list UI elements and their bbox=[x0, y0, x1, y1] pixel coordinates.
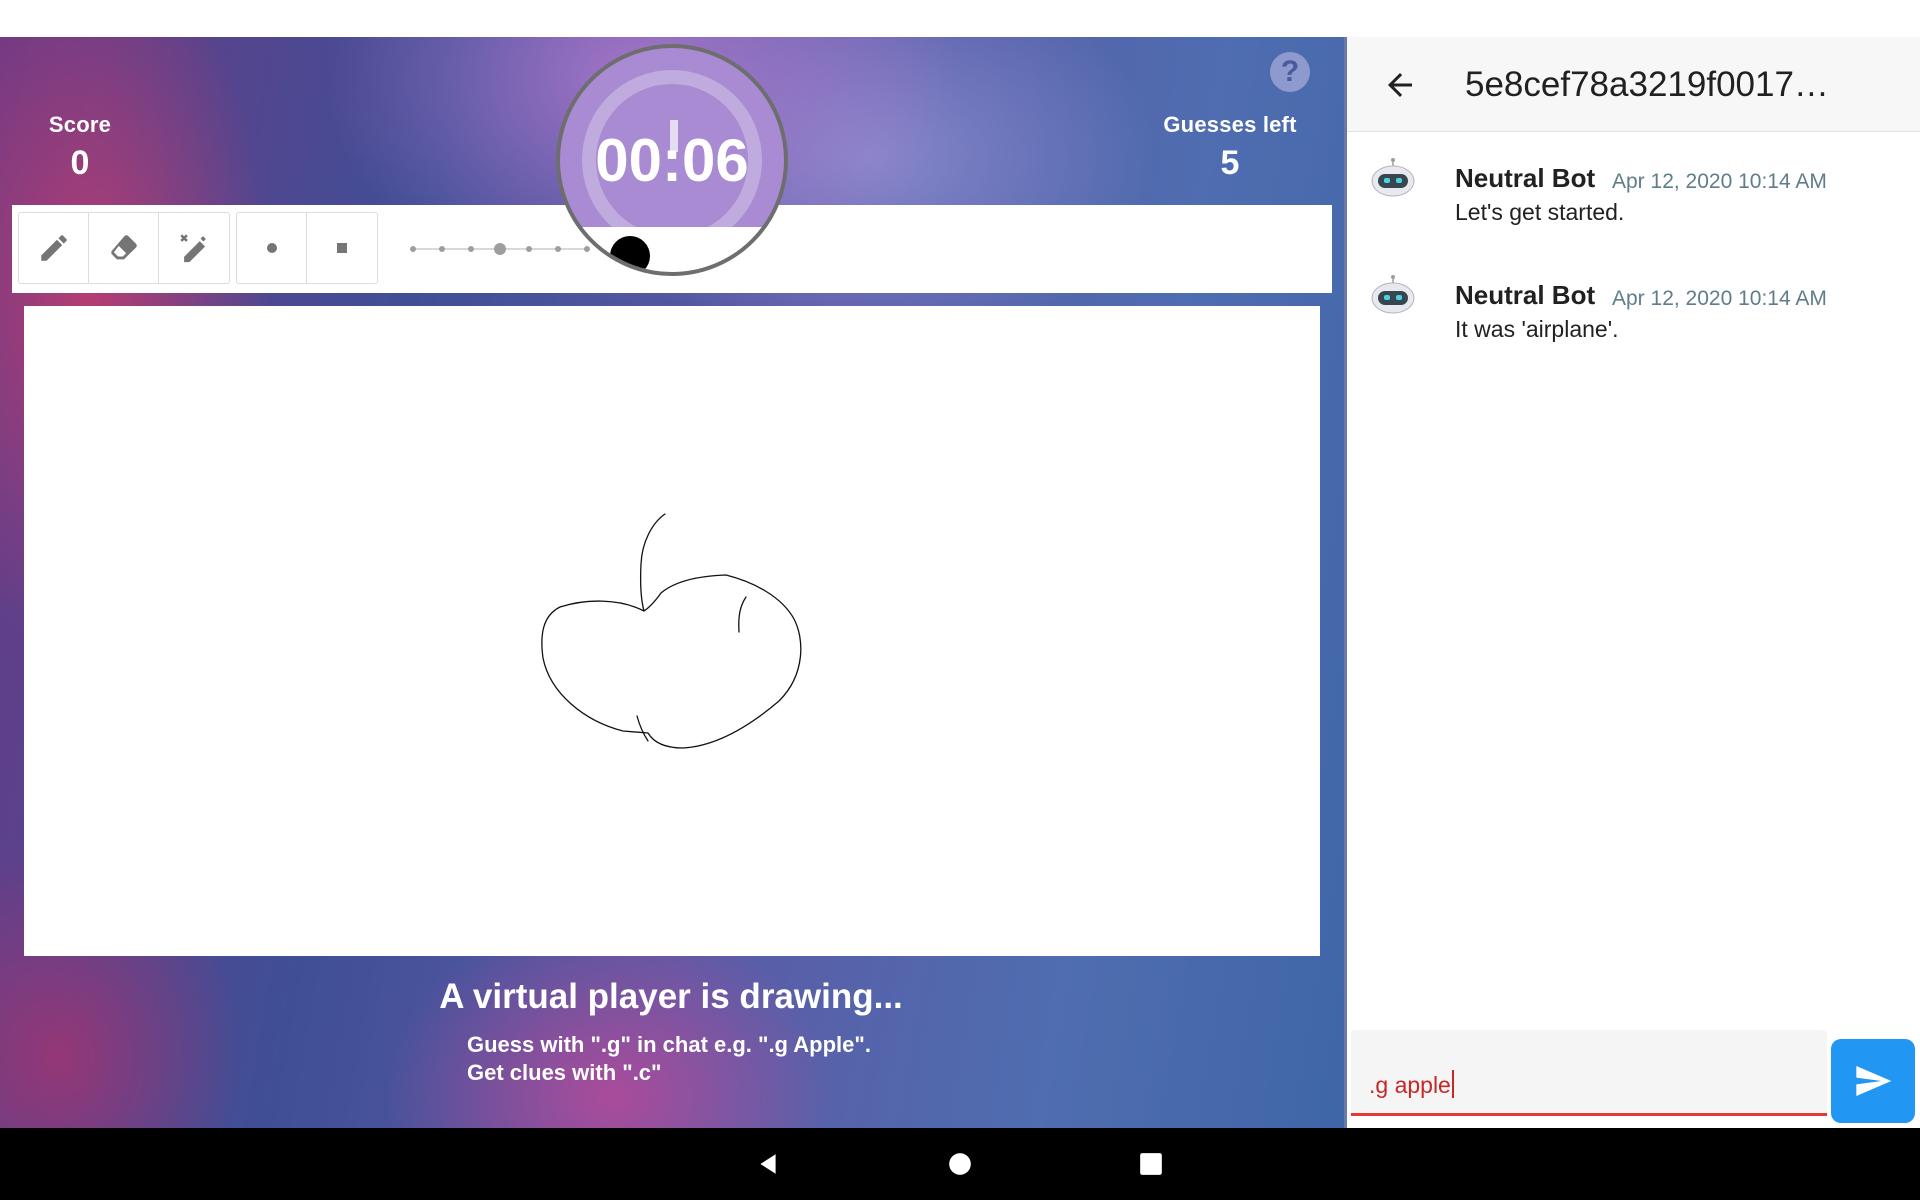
slider-step[interactable] bbox=[439, 246, 445, 252]
chat-title: 5e8cef78a3219f0017… bbox=[1465, 65, 1829, 104]
score-value: 0 bbox=[70, 144, 90, 182]
send-icon bbox=[1856, 1066, 1892, 1096]
guesses-left-label: Guesses left bbox=[1163, 112, 1297, 137]
hint-clue-line: Get clues with ".c" bbox=[467, 1060, 662, 1085]
sketch-stem bbox=[639, 513, 666, 612]
help-button[interactable]: ? bbox=[1270, 52, 1310, 92]
slider-step[interactable] bbox=[555, 246, 561, 252]
brush-shape-group bbox=[236, 212, 378, 284]
timer-shadow bbox=[610, 236, 650, 272]
nav-back-button[interactable] bbox=[748, 1144, 788, 1184]
android-navigation-bar bbox=[0, 1128, 1920, 1200]
sketch-apple-body bbox=[541, 574, 802, 749]
square-recents-icon bbox=[1140, 1153, 1162, 1175]
message-text: Let's get started. bbox=[1455, 199, 1625, 225]
hint-guess-line: Guess with ".g" in chat e.g. ".g Apple". bbox=[467, 1032, 871, 1057]
sketch-inner-line bbox=[738, 596, 747, 633]
game-panel: Score 0 Guesses left 5 ? 00:06 A virtual… bbox=[0, 37, 1344, 1128]
status-bar bbox=[0, 0, 1920, 37]
chat-input-value[interactable]: .g apple bbox=[1369, 1072, 1451, 1098]
timer-text: 00:06 bbox=[595, 127, 749, 194]
message-timestamp: Apr 12, 2020 10:14 AM bbox=[1612, 170, 1827, 193]
message-author: Neutral Bot bbox=[1455, 163, 1596, 193]
sketch-bottom-curl bbox=[636, 715, 649, 742]
arrow-left-icon bbox=[1388, 73, 1412, 97]
pencil-icon bbox=[40, 235, 67, 261]
round-brush-button[interactable] bbox=[237, 213, 307, 283]
nav-recents-button[interactable] bbox=[1131, 1144, 1171, 1184]
chat-input-text[interactable]: .g apple bbox=[1369, 1070, 1454, 1099]
magic-pencil-icon bbox=[180, 234, 206, 263]
drawing-status-title: A virtual player is drawing... bbox=[439, 977, 903, 1016]
drawing-canvas[interactable] bbox=[24, 306, 1320, 956]
nav-home-button[interactable] bbox=[940, 1144, 980, 1184]
chat-header: 5e8cef78a3219f0017… bbox=[1347, 37, 1920, 132]
eraser-tool-button[interactable] bbox=[89, 213, 159, 283]
triangle-back-icon bbox=[760, 1154, 776, 1174]
slider-step[interactable] bbox=[526, 246, 532, 252]
pencil-tool-button[interactable] bbox=[19, 213, 89, 283]
stroke-size-slider[interactable] bbox=[397, 229, 597, 269]
round-brush-icon bbox=[266, 243, 277, 253]
score-label: Score bbox=[48, 112, 112, 137]
score-block: Score 0 bbox=[30, 112, 130, 183]
chat-panel: 5e8cef78a3219f0017… Neutral Bot Apr 12, … bbox=[1347, 37, 1920, 1128]
back-button[interactable] bbox=[1382, 67, 1418, 103]
square-brush-icon bbox=[337, 243, 347, 253]
robot-icon bbox=[1371, 275, 1415, 314]
guesses-left-value: 5 bbox=[1220, 144, 1240, 182]
message-author: Neutral Bot bbox=[1455, 280, 1596, 310]
message-text: It was 'airplane'. bbox=[1455, 316, 1619, 342]
slider-thumb[interactable] bbox=[494, 243, 506, 255]
send-button[interactable] bbox=[1831, 1039, 1915, 1123]
chat-input-field[interactable]: .g apple bbox=[1351, 1030, 1827, 1116]
tool-group bbox=[18, 212, 230, 284]
message-timestamp: Apr 12, 2020 10:14 AM bbox=[1612, 287, 1827, 310]
slider-step[interactable] bbox=[584, 246, 590, 252]
slider-step[interactable] bbox=[468, 246, 474, 252]
countdown-timer: 00:06 bbox=[556, 44, 788, 276]
magic-pencil-tool-button[interactable] bbox=[159, 213, 229, 283]
text-caret bbox=[1451, 1070, 1454, 1098]
circle-home-icon bbox=[949, 1153, 971, 1175]
eraser-icon bbox=[110, 235, 137, 260]
robot-icon bbox=[1371, 158, 1415, 197]
slider-step[interactable] bbox=[410, 246, 416, 252]
hint-text: Guess with ".g" in chat e.g. ".g Apple".… bbox=[467, 1031, 871, 1087]
guesses-block: Guesses left 5 bbox=[1150, 112, 1310, 183]
square-brush-button[interactable] bbox=[307, 213, 377, 283]
